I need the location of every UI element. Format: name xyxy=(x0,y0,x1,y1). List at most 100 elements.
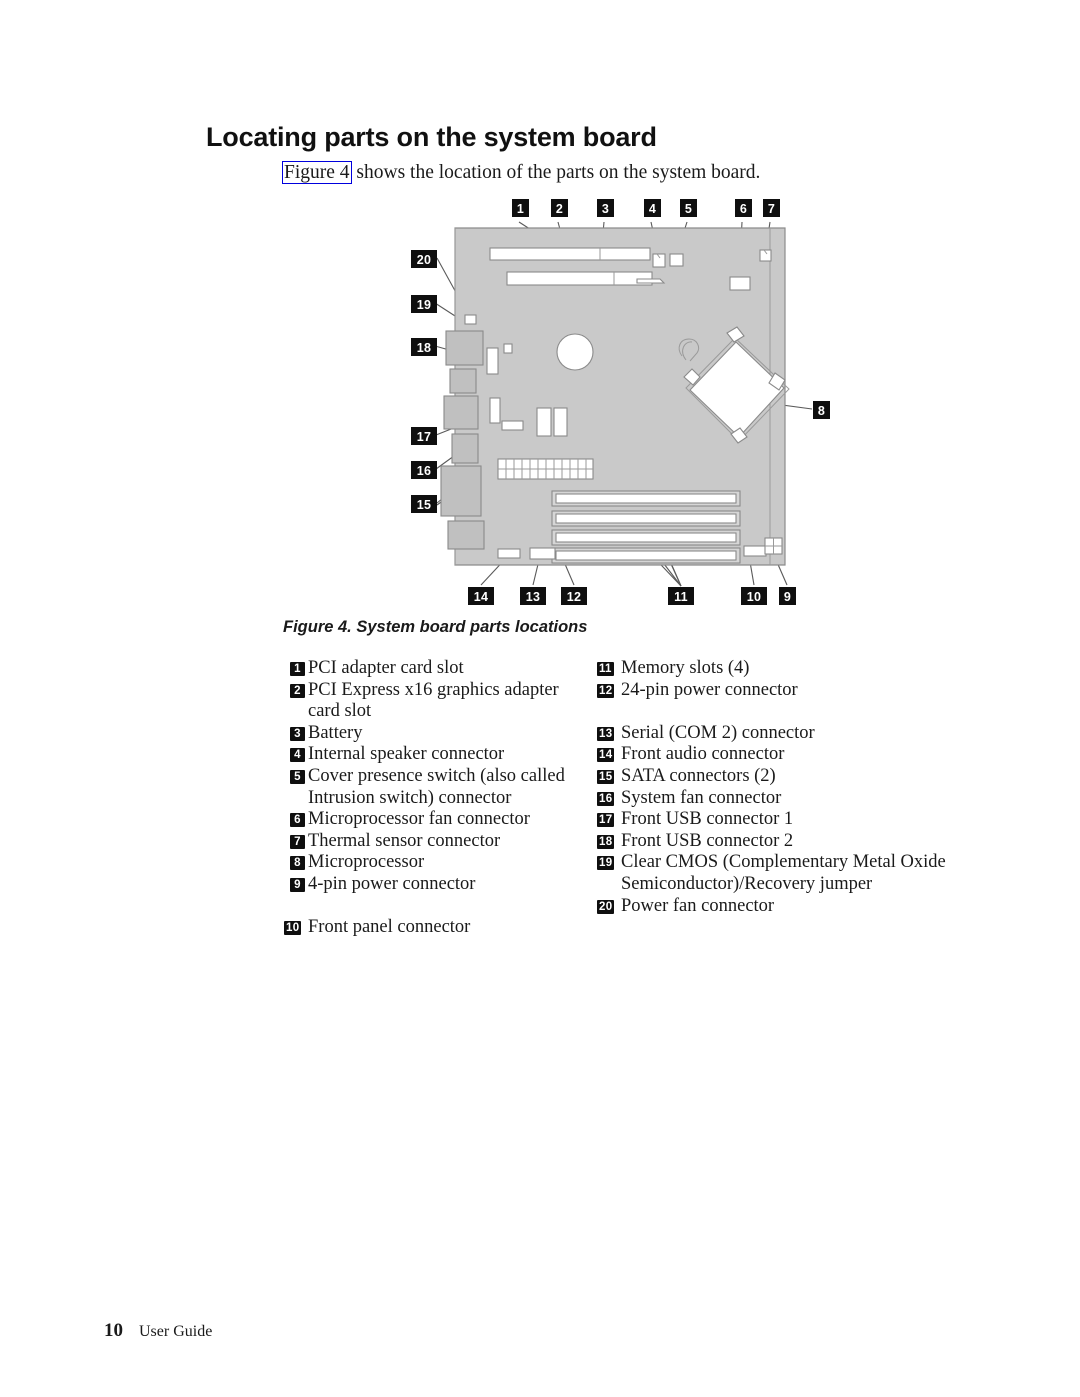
legend-label: Front USB connector 1 xyxy=(621,809,794,830)
svg-text:14: 14 xyxy=(474,590,489,604)
list-item: 19 Clear CMOS (Complementary Metal Oxide … xyxy=(589,852,979,895)
legend-spacer xyxy=(589,701,979,723)
legend-label: Power fan connector xyxy=(621,895,775,916)
leader-lines xyxy=(434,221,813,587)
callout-badge-9: 9 xyxy=(779,587,796,605)
svg-text:3: 3 xyxy=(602,202,609,216)
callout-badge-15: 15 xyxy=(411,495,437,513)
legend-number: 12 xyxy=(597,683,615,698)
legend-column-right: 11 Memory slots (4) 12 24-pin power connec… xyxy=(589,658,979,917)
callout-badge-3: 3 xyxy=(597,199,614,217)
legend-number: 16 xyxy=(597,791,615,806)
memory-slots xyxy=(551,490,741,564)
callout-badges: 1 2 3 4 5 6 7 8 20 19 18 17 16 15 14 13 … xyxy=(411,199,830,605)
list-item: 5 Cover presence switch (also called Intr… xyxy=(276,766,572,809)
legend-number: 13 xyxy=(597,726,615,741)
callout-badge-10: 10 xyxy=(741,587,767,605)
page-title: Locating parts on the system board xyxy=(206,122,657,153)
power-connector-4pin xyxy=(764,537,783,555)
svg-text:15: 15 xyxy=(417,498,432,512)
callout-badge-14: 14 xyxy=(468,587,494,605)
list-item: 18 Front USB connector 2 xyxy=(589,831,979,853)
svg-text:4: 4 xyxy=(649,202,656,216)
legend-label: Serial (COM 2) connector xyxy=(621,722,815,743)
svg-text:13: 13 xyxy=(526,590,541,604)
legend-number: 6 xyxy=(290,813,305,828)
legend-number: 14 xyxy=(597,748,615,763)
legend-label: 24-pin power connector xyxy=(621,679,798,700)
legend-number: 3 xyxy=(290,726,305,741)
legend-label: Thermal sensor connector xyxy=(308,830,501,851)
callout-badge-5: 5 xyxy=(680,199,697,217)
callout-badge-12: 12 xyxy=(561,587,587,605)
list-item: 6 Microprocessor fan connector xyxy=(276,809,572,831)
document-page: Locating parts on the system board Figur… xyxy=(0,0,1080,1397)
list-item: 14 Front audio connector xyxy=(589,744,979,766)
legend-label: Battery xyxy=(308,722,363,743)
intro-paragraph: Figure 4 shows the location of the parts… xyxy=(282,160,760,184)
list-item: 17 Front USB connector 1 xyxy=(589,809,979,831)
system-board-body xyxy=(440,227,790,566)
svg-text:6: 6 xyxy=(740,202,747,216)
guide-title: User Guide xyxy=(139,1323,213,1340)
callout-badge-7: 7 xyxy=(763,199,780,217)
power-connector-24pin xyxy=(497,458,594,480)
legend-label: Internal speaker connector xyxy=(308,744,505,765)
svg-text:19: 19 xyxy=(417,298,432,312)
svg-text:16: 16 xyxy=(417,464,432,478)
legend-label: SATA connectors (2) xyxy=(621,765,776,786)
svg-text:8: 8 xyxy=(818,404,825,418)
legend-label: Clear CMOS (Complementary Metal Oxide Se… xyxy=(621,852,946,894)
legend-number: 8 xyxy=(290,856,305,871)
legend-label: PCI adapter card slot xyxy=(308,658,464,678)
list-item: 8 Microprocessor xyxy=(276,852,572,874)
legend-label: Memory slots (4) xyxy=(621,658,750,678)
svg-text:12: 12 xyxy=(567,590,582,604)
legend-label: PCI Express x16 graphics adapter card sl… xyxy=(308,679,559,722)
legend-label: Front audio connector xyxy=(621,744,785,765)
svg-text:18: 18 xyxy=(417,341,432,355)
legend-label: 4-pin power connector xyxy=(308,873,476,894)
callout-badge-4: 4 xyxy=(644,199,661,217)
svg-text:17: 17 xyxy=(417,430,432,444)
svg-text:20: 20 xyxy=(417,253,432,267)
list-item: 12 24-pin power connector xyxy=(589,680,979,702)
page-footer: 10 User Guide xyxy=(104,1320,212,1342)
legend-label: System fan connector xyxy=(621,787,782,808)
callout-badge-1: 1 xyxy=(512,199,529,217)
callout-badge-8: 8 xyxy=(813,401,830,419)
svg-text:2: 2 xyxy=(556,202,563,216)
legend-label: Cover presence switch (also called Intru… xyxy=(308,765,565,808)
list-item: 13 Serial (COM 2) connector xyxy=(589,723,979,745)
list-item: 11 Memory slots (4) xyxy=(589,658,979,680)
legend-number: 1 xyxy=(290,662,305,676)
legend-number: 18 xyxy=(597,834,615,849)
callout-badge-13: 13 xyxy=(520,587,546,605)
legend-number: 9 xyxy=(290,877,305,892)
callout-badge-2: 2 xyxy=(551,199,568,217)
svg-text:7: 7 xyxy=(768,202,775,216)
legend-number: 19 xyxy=(597,856,615,871)
list-item: 7 Thermal sensor connector xyxy=(276,831,572,853)
microprocessor-socket xyxy=(678,326,790,444)
legend-spacer xyxy=(276,896,572,918)
callout-badge-20: 20 xyxy=(411,250,437,268)
list-item: 15 SATA connectors (2) xyxy=(589,766,979,788)
list-item: 10 Front panel connector xyxy=(276,917,572,939)
svg-text:9: 9 xyxy=(784,590,791,604)
legend-number: 7 xyxy=(290,834,305,849)
legend-number: 2 xyxy=(290,683,305,698)
svg-text:10: 10 xyxy=(747,590,762,604)
legend-label: Microprocessor fan connector xyxy=(308,809,530,830)
legend-number: 15 xyxy=(597,769,615,784)
callout-badge-16: 16 xyxy=(411,461,437,479)
list-item: 4 Internal speaker connector xyxy=(276,744,572,766)
callout-badge-17: 17 xyxy=(411,427,437,445)
legend-number: 4 xyxy=(290,748,305,763)
list-item: 16 System fan connector xyxy=(589,788,979,810)
svg-text:5: 5 xyxy=(685,202,692,216)
figure-4-link[interactable]: Figure 4 xyxy=(282,160,352,184)
svg-text:1: 1 xyxy=(517,202,524,216)
list-item: 9 4-pin power connector xyxy=(276,874,572,896)
legend-label: Front panel connector xyxy=(308,917,471,938)
